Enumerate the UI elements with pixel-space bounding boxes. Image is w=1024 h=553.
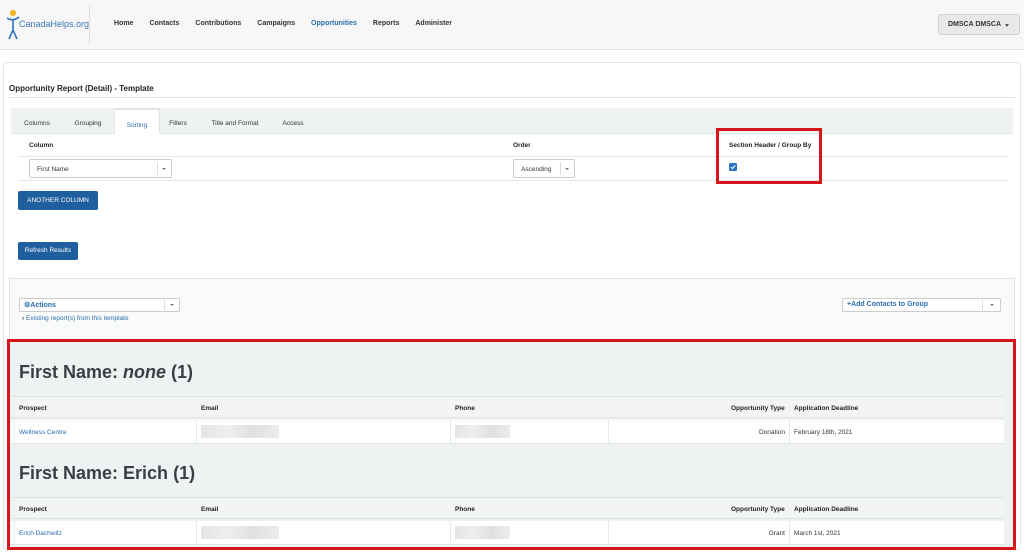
highlight-box: [7, 339, 1016, 550]
sort-order-select[interactable]: Ascending: [513, 159, 575, 178]
chevron-down-icon: [162, 168, 166, 170]
menu-item-contacts[interactable]: Contacts: [149, 20, 179, 27]
tab-access[interactable]: Access: [275, 108, 311, 134]
actions-label: ⚙Actions: [24, 302, 56, 309]
report-tabs: Columns Grouping Sorting Filters Title a…: [11, 108, 1013, 134]
caret-down-icon: [1005, 24, 1009, 27]
sort-column-value: First Name: [37, 166, 69, 173]
menu-item-opportunities[interactable]: Opportunities: [311, 20, 357, 27]
existing-reports-link[interactable]: › Existing report(s) from this template: [22, 315, 129, 322]
divider: [18, 180, 1008, 181]
another-column-button[interactable]: ANOTHER COLUMN: [18, 191, 98, 210]
sort-column-select[interactable]: First Name: [29, 159, 172, 178]
highlight-box: [716, 128, 822, 184]
main-menu: Home Contacts Contributions Campaigns Op…: [114, 20, 468, 27]
user-menu-button[interactable]: DMSCA DMSCA: [938, 14, 1020, 35]
menu-item-reports[interactable]: Reports: [373, 20, 399, 27]
column-header: Column: [29, 142, 54, 149]
divider: [9, 97, 1015, 98]
chevron-down-icon: [565, 168, 569, 170]
tab-sorting[interactable]: Sorting: [114, 108, 160, 134]
tab-title-and-format[interactable]: Title and Format: [201, 108, 269, 134]
page-title: Opportunity Report (Detail) - Template: [9, 84, 154, 93]
add-contacts-select[interactable]: +Add Contacts to Group: [842, 298, 1001, 312]
menu-item-administer[interactable]: Administer: [415, 20, 452, 27]
chevron-down-icon: [990, 304, 994, 306]
user-name: DMSCA DMSCA: [948, 21, 1002, 28]
tab-columns[interactable]: Columns: [11, 108, 63, 134]
chevron-right-icon: ›: [22, 315, 25, 322]
divider: [18, 156, 1008, 157]
add-contacts-label: +Add Contacts to Group: [847, 301, 929, 308]
menu-item-home[interactable]: Home: [114, 20, 133, 27]
refresh-results-button[interactable]: Refresh Results: [18, 242, 78, 260]
tab-grouping[interactable]: Grouping: [63, 108, 113, 134]
top-navbar: CanadaHelps.org Home Contacts Contributi…: [0, 0, 1024, 50]
order-header: Order: [513, 142, 531, 149]
logo-text: CanadaHelps.org: [19, 19, 90, 29]
logo-figure-icon: [6, 10, 20, 40]
chevron-down-icon: [170, 304, 174, 306]
canadahelps-logo[interactable]: CanadaHelps.org: [4, 6, 90, 44]
actions-select[interactable]: ⚙Actions: [19, 298, 180, 312]
sort-order-value: Ascending: [521, 166, 552, 173]
menu-item-contributions[interactable]: Contributions: [195, 20, 241, 27]
tab-filters[interactable]: Filters: [161, 108, 195, 134]
menu-item-campaigns[interactable]: Campaigns: [257, 20, 295, 27]
